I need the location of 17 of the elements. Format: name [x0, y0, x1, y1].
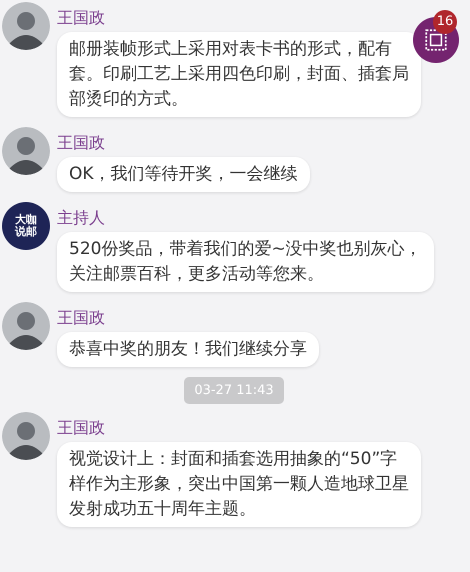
sender-name: 王国政: [57, 308, 105, 328]
sender-name: 主持人: [57, 208, 105, 228]
message-bubble: 邮册装帧形式上采用对表卡书的形式，配有 套。印刷工艺上采用四色印刷，封面、插套局 部烫印的方式。: [57, 32, 421, 117]
message-bubble: 恭喜中奖的朋友！我们继续分享: [57, 332, 319, 367]
avatar-logo[interactable]: 大咖 说邮: [2, 202, 50, 250]
avatar-icon[interactable]: [2, 412, 50, 460]
message-bubble: 视觉设计上：封面和插套选用抽象的“50”字 样作为主形象，突出中国第一颗人造地球卫星 发射成功五十周年主题。: [57, 442, 421, 527]
stamp-icon: [423, 27, 449, 53]
message-bubble: OK，我们等待开奖，一会继续: [57, 157, 310, 192]
sender-name: 王国政: [57, 418, 105, 438]
avatar-icon[interactable]: [2, 127, 50, 175]
notification-badge: 16: [433, 10, 457, 34]
message-bubble: 520份奖品，带着我们的爱~没中奖也别灰心， 关注邮票百科，更多活动等您来。: [57, 232, 434, 292]
avatar-icon[interactable]: [2, 2, 50, 50]
avatar-icon[interactable]: [2, 302, 50, 350]
sender-name: 王国政: [57, 133, 105, 153]
sender-name: 王国政: [57, 8, 105, 28]
